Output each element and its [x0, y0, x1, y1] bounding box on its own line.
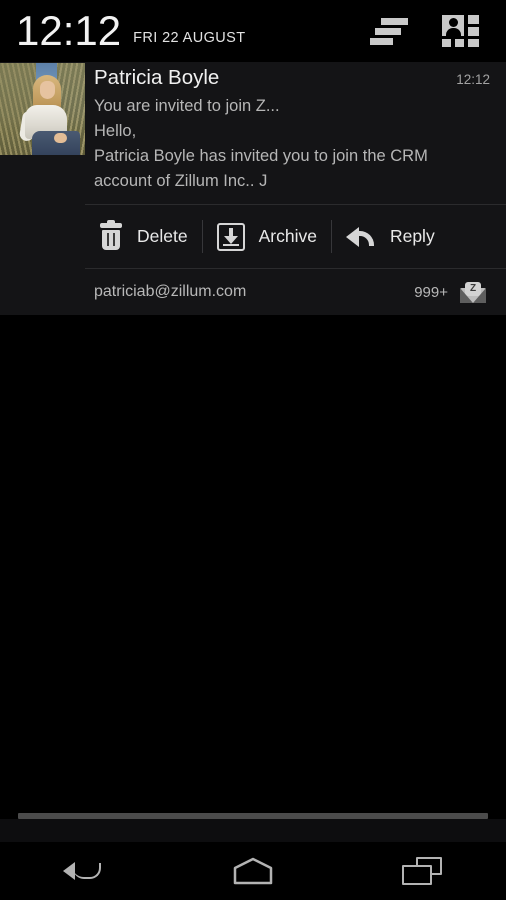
status-bar-date: FRI 22 AUGUST — [133, 30, 246, 46]
archive-button[interactable]: Archive — [203, 205, 331, 268]
home-pentagon-icon — [232, 857, 274, 885]
notification-text-block: Patricia Boyle 12:12 You are invited to … — [94, 64, 506, 194]
open-envelope-icon: Z — [460, 281, 486, 303]
delete-button-label: Delete — [137, 226, 188, 246]
empty-area — [0, 315, 506, 810]
notification-shade: Patricia Boyle 12:12 You are invited to … — [0, 62, 506, 315]
status-bar-clock: 12:12 — [16, 7, 122, 54]
notification-sender: Patricia Boyle — [94, 66, 220, 89]
shade-bottom-gap — [0, 819, 506, 842]
nav-back-button[interactable] — [0, 842, 169, 900]
reply-arrow-icon — [345, 225, 376, 249]
navigation-bar — [0, 842, 506, 900]
reply-button[interactable]: Reply — [332, 205, 449, 268]
nav-home-button[interactable] — [169, 842, 338, 900]
avatar — [0, 63, 85, 155]
notification-time: 12:12 — [456, 72, 490, 87]
status-bar-icons — [370, 15, 480, 47]
notification-footer[interactable]: patriciab@zillum.com 999+ Z — [0, 269, 506, 315]
notification-actions: Delete Archive Reply — [85, 205, 506, 268]
account-email: patriciab@zillum.com — [94, 283, 247, 300]
status-bar: 12:12 FRI 22 AUGUST — [0, 0, 506, 62]
notification-body-line-2: Patricia Boyle has invited you to join t… — [94, 147, 428, 165]
nav-recents-button[interactable] — [337, 842, 506, 900]
sort-list-icon[interactable] — [370, 16, 408, 46]
archive-down-arrow-icon — [216, 222, 245, 251]
back-arrow-icon — [63, 857, 105, 885]
notification-subject: You are invited to join Z... — [94, 97, 280, 115]
notification-card[interactable]: Patricia Boyle 12:12 You are invited to … — [0, 62, 506, 204]
delete-button[interactable]: Delete — [85, 205, 202, 268]
phone-screen: 12:12 FRI 22 AUGUST Patricia Boyle 12:12… — [0, 0, 506, 900]
trash-icon — [99, 220, 123, 250]
archive-button-label: Archive — [258, 226, 317, 246]
notification-body-line-1: Hello, — [94, 122, 137, 140]
unread-count-badge: 999+ — [414, 283, 448, 301]
contacts-grid-icon[interactable] — [442, 15, 480, 47]
recent-apps-icon — [401, 857, 442, 885]
notification-body-line-3: account of Zillum Inc.. J — [94, 172, 268, 190]
reply-button-label: Reply — [389, 226, 435, 246]
